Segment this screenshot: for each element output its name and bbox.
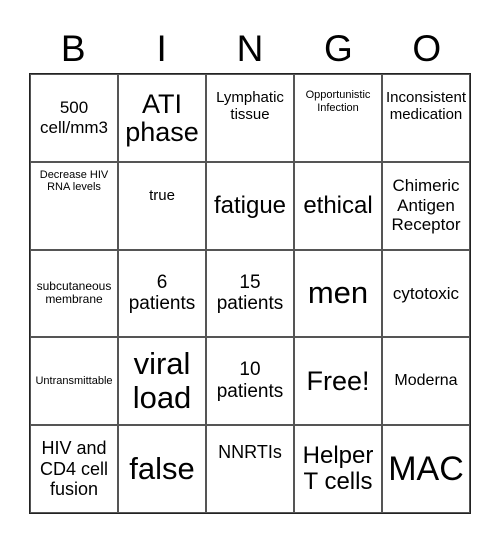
bingo-cell[interactable]: Opportunistic Infection [294,74,382,162]
header-letter-n: N [236,28,264,69]
bingo-header: B I N G O [29,26,471,72]
bingo-cell[interactable]: Untransmittable [30,337,118,426]
bingo-cell[interactable]: Moderna [382,337,470,426]
bingo-cell[interactable]: ATI phase [118,74,206,162]
bingo-cell[interactable]: NNRTIs [206,425,294,513]
bingo-cell[interactable]: 15 patients [206,249,294,338]
bingo-cell[interactable]: Inconsistent medication [382,74,470,162]
bingo-cell[interactable]: true [118,161,206,250]
bingo-cell[interactable]: viral load [118,337,206,426]
bingo-cell[interactable]: Decrease HIV RNA levels [30,161,118,250]
free-space-cell[interactable]: Free! [294,337,382,426]
header-letter-i: I [156,28,167,69]
bingo-cell[interactable]: cytotoxic [382,249,470,338]
bingo-cell[interactable]: ethical [294,161,382,250]
bingo-cell[interactable]: Chimeric Antigen Receptor [382,161,470,250]
bingo-cell[interactable]: 6 patients [118,249,206,338]
header-letter-b: B [60,28,86,69]
bingo-cell[interactable]: subcutaneous membrane [30,249,118,338]
bingo-cell[interactable]: men [294,249,382,338]
bingo-cell[interactable]: fatigue [206,161,294,250]
header-letter-o: O [412,28,442,69]
bingo-cell[interactable]: 500 cell/mm3 [30,74,118,162]
bingo-cell[interactable]: Lymphatic tissue [206,74,294,162]
header-letter-g: G [324,28,353,69]
bingo-cell[interactable]: false [118,425,206,513]
bingo-cell[interactable]: Helper T cells [294,425,382,513]
bingo-cell[interactable]: HIV and CD4 cell fusion [30,425,118,513]
bingo-cell[interactable]: MAC [382,425,470,513]
bingo-cell[interactable]: 10 patients [206,337,294,426]
bingo-board: 500 cell/mm3 ATI phase Lymphatic tissue … [29,73,471,514]
